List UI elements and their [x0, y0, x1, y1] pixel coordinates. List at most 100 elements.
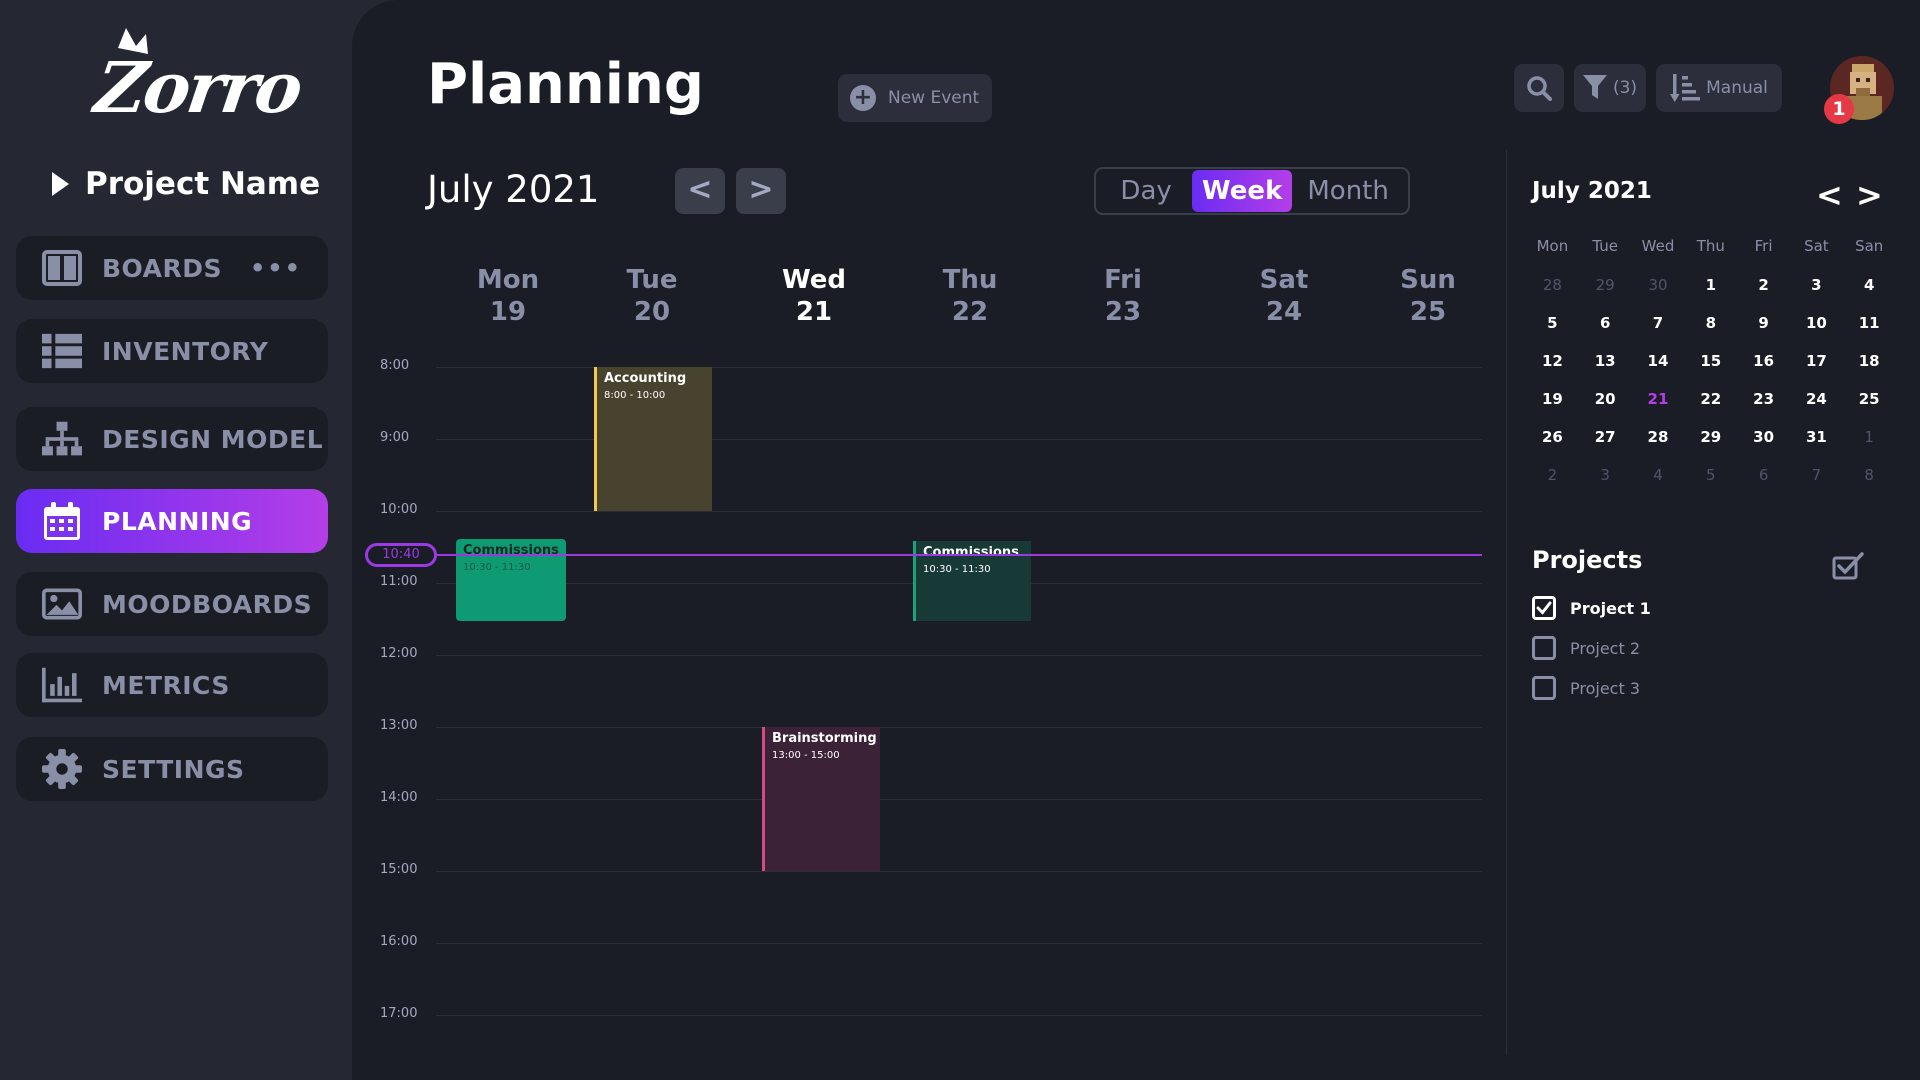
- day-number: 24: [1265, 297, 1303, 327]
- day-name: Sat: [1259, 265, 1309, 295]
- mini-day[interactable]: 16: [1737, 342, 1790, 380]
- day-header-thu[interactable]: Thu 22: [915, 264, 1025, 328]
- mini-day[interactable]: 17: [1790, 342, 1843, 380]
- mini-day-today[interactable]: 21: [1632, 380, 1685, 418]
- mini-day[interactable]: 15: [1684, 342, 1737, 380]
- mini-day[interactable]: 27: [1579, 418, 1632, 456]
- project-filter-2[interactable]: Project 2: [1532, 636, 1640, 660]
- mini-day[interactable]: 2: [1526, 456, 1579, 494]
- mini-day[interactable]: 8: [1684, 304, 1737, 342]
- month-label: July 2021: [427, 168, 600, 211]
- project-filter-1[interactable]: Project 1: [1532, 596, 1651, 620]
- calendar-icon: [42, 501, 82, 541]
- mini-day[interactable]: 4: [1843, 266, 1896, 304]
- prev-week-button[interactable]: <: [675, 168, 725, 214]
- day-header-fri[interactable]: Fri 23: [1068, 264, 1178, 328]
- project-filter-3[interactable]: Project 3: [1532, 676, 1640, 700]
- event-accounting[interactable]: Accounting 8:00 - 10:00: [594, 367, 712, 511]
- mini-day[interactable]: 30: [1737, 418, 1790, 456]
- day-header-wed[interactable]: Wed 21: [759, 264, 869, 328]
- mini-day[interactable]: 10: [1790, 304, 1843, 342]
- mini-day[interactable]: 12: [1526, 342, 1579, 380]
- event-commissions-mon[interactable]: Commissions 10:30 - 11:30: [456, 539, 566, 621]
- mini-day[interactable]: 3: [1790, 266, 1843, 304]
- mini-day[interactable]: 23: [1737, 380, 1790, 418]
- project-label: Project 3: [1570, 678, 1641, 698]
- day-header-sun[interactable]: Sun 25: [1373, 264, 1483, 328]
- mini-day[interactable]: 3: [1579, 456, 1632, 494]
- mini-day[interactable]: 18: [1843, 342, 1896, 380]
- mini-day[interactable]: 31: [1790, 418, 1843, 456]
- mini-day[interactable]: 28: [1526, 266, 1579, 304]
- day-header-mon[interactable]: Mon 19: [453, 264, 563, 328]
- mini-day[interactable]: 30: [1632, 266, 1685, 304]
- project-selector[interactable]: Project Name: [52, 166, 320, 202]
- sort-button[interactable]: Manual: [1656, 64, 1782, 112]
- sidebar-item-design-model[interactable]: DESIGN MODEL: [16, 407, 328, 471]
- mini-day[interactable]: 1: [1843, 418, 1896, 456]
- sidebar-item-label: SETTINGS: [102, 754, 245, 784]
- mini-day[interactable]: 5: [1684, 456, 1737, 494]
- mini-day[interactable]: 2: [1737, 266, 1790, 304]
- hour-label: 13:00: [380, 718, 418, 733]
- project-name-label: Project Name: [85, 166, 321, 202]
- hour-label: 17:00: [380, 1006, 418, 1021]
- check-all-icon[interactable]: [1832, 552, 1864, 580]
- day-number: 21: [795, 297, 833, 327]
- event-brainstorming[interactable]: Brainstorming 13:00 - 15:00: [762, 727, 880, 871]
- mini-day[interactable]: 9: [1737, 304, 1790, 342]
- view-month-tab[interactable]: Month: [1292, 170, 1404, 212]
- search-button[interactable]: [1514, 64, 1564, 112]
- more-options-icon[interactable]: •••: [250, 254, 302, 282]
- mini-next-month-button[interactable]: >: [1856, 176, 1883, 214]
- weekday-label: Sat: [1804, 237, 1829, 255]
- mini-day[interactable]: 8: [1843, 456, 1896, 494]
- filter-button[interactable]: (3): [1574, 64, 1646, 112]
- zorro-logo[interactable]: Zorro: [90, 28, 305, 150]
- sort-label: Manual: [1706, 78, 1768, 98]
- day-header-tue[interactable]: Tue 20: [597, 264, 707, 328]
- day-name: Wed: [782, 265, 846, 295]
- checkbox-icon[interactable]: [1532, 676, 1556, 700]
- sidebar-item-settings[interactable]: SETTINGS: [16, 737, 328, 801]
- mini-day[interactable]: 4: [1632, 456, 1685, 494]
- view-week-tab[interactable]: Week: [1192, 170, 1293, 212]
- hour-label: 11:00: [380, 574, 418, 589]
- mini-day[interactable]: 6: [1737, 456, 1790, 494]
- checkbox-icon[interactable]: [1532, 636, 1556, 660]
- mini-day[interactable]: 26: [1526, 418, 1579, 456]
- day-header-sat[interactable]: Sat 24: [1229, 264, 1339, 328]
- mini-prev-month-button[interactable]: <: [1816, 176, 1843, 214]
- mini-day[interactable]: 22: [1684, 380, 1737, 418]
- next-week-button[interactable]: >: [736, 168, 786, 214]
- sidebar-item-inventory[interactable]: INVENTORY: [16, 319, 328, 383]
- mini-day[interactable]: 14: [1632, 342, 1685, 380]
- new-event-button[interactable]: + New Event: [838, 74, 992, 122]
- mini-day[interactable]: 25: [1843, 380, 1896, 418]
- sidebar-item-moodboards[interactable]: MOODBOARDS: [16, 572, 328, 636]
- sidebar-item-boards[interactable]: BOARDS •••: [16, 236, 328, 300]
- weekday-label: Tue: [1592, 237, 1618, 255]
- mini-day[interactable]: 13: [1579, 342, 1632, 380]
- mini-day[interactable]: 20: [1579, 380, 1632, 418]
- mini-day[interactable]: 6: [1579, 304, 1632, 342]
- event-commissions-thu[interactable]: Commissions 10:30 - 11:30: [913, 541, 1031, 621]
- view-day-tab[interactable]: Day: [1100, 170, 1192, 212]
- sidebar-item-metrics[interactable]: METRICS: [16, 653, 328, 717]
- mini-day[interactable]: 19: [1526, 380, 1579, 418]
- mini-day[interactable]: 29: [1684, 418, 1737, 456]
- mini-day[interactable]: 7: [1790, 456, 1843, 494]
- hour-gridline: [436, 943, 1482, 944]
- sidebar-item-planning[interactable]: PLANNING: [16, 489, 328, 553]
- mini-day[interactable]: 11: [1843, 304, 1896, 342]
- hour-label: 8:00: [380, 358, 410, 373]
- sidebar-item-label: DESIGN MODEL: [102, 424, 324, 454]
- mini-day[interactable]: 5: [1526, 304, 1579, 342]
- mini-day[interactable]: 28: [1632, 418, 1685, 456]
- mini-day[interactable]: 29: [1579, 266, 1632, 304]
- mini-day[interactable]: 24: [1790, 380, 1843, 418]
- checkbox-checked-icon[interactable]: [1532, 596, 1556, 620]
- mini-day[interactable]: 7: [1632, 304, 1685, 342]
- mini-day[interactable]: 1: [1684, 266, 1737, 304]
- day-name: Thu: [942, 265, 998, 295]
